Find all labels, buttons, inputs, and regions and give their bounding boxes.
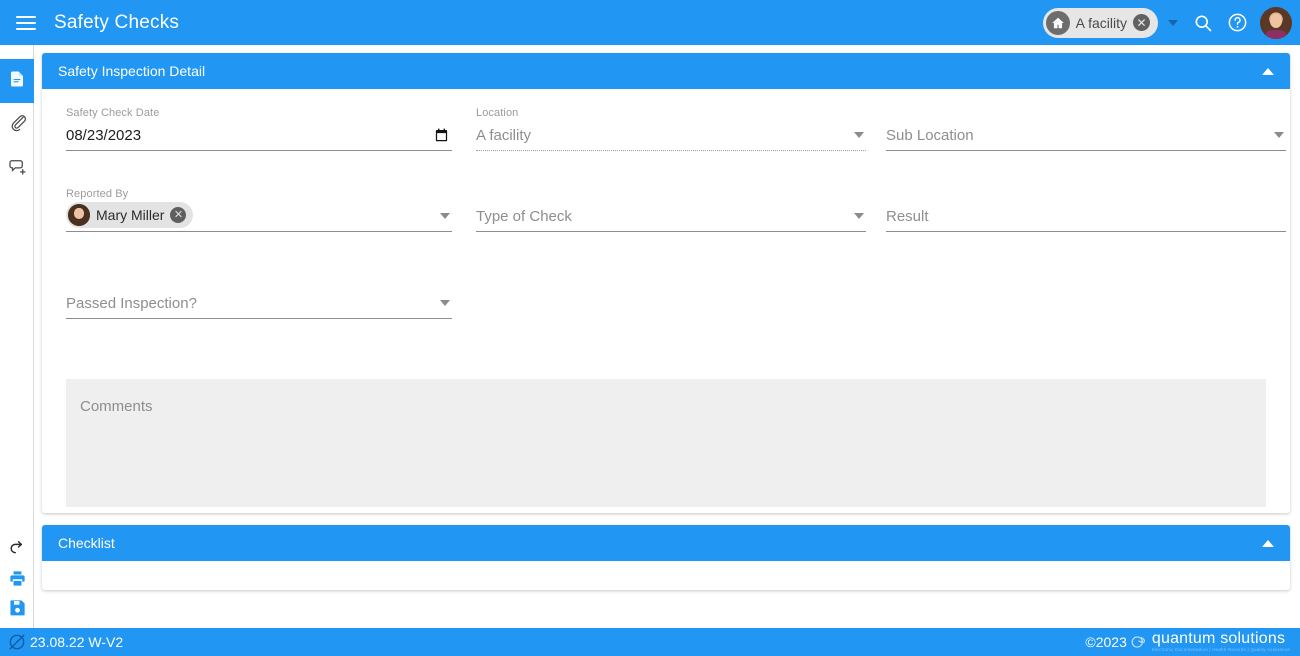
- type-of-check-placeholder: Type of Check: [476, 208, 572, 225]
- caret-down-icon: [854, 132, 864, 138]
- caret-down-icon[interactable]: [854, 213, 864, 219]
- card-header-checklist[interactable]: Checklist: [42, 525, 1290, 561]
- safety-check-date-value: 08/23/2023: [66, 127, 142, 144]
- field-underline: [886, 150, 1286, 151]
- calendar-icon[interactable]: [434, 127, 449, 143]
- rail-item-attachments[interactable]: [0, 103, 34, 147]
- field-label: Reported By: [66, 188, 129, 200]
- page-title: Safety Checks: [54, 11, 180, 33]
- caret-down-icon[interactable]: [440, 213, 450, 219]
- field-reported-by[interactable]: Reported By Mary Miller ✕: [66, 188, 452, 232]
- field-type-of-check[interactable]: Type of Check: [476, 188, 866, 232]
- field-safety-check-date[interactable]: Safety Check Date 08/23/2023: [66, 107, 452, 151]
- brand-name: quantum solutions: [1151, 630, 1286, 648]
- rail-item-document[interactable]: [0, 59, 34, 103]
- rail-bottom-group: [0, 537, 34, 624]
- undo-icon: [8, 540, 27, 564]
- rail-item-print[interactable]: [0, 566, 34, 595]
- card-checklist: Checklist: [42, 525, 1290, 590]
- facility-selector-chip[interactable]: A facility ✕: [1042, 7, 1158, 38]
- field-underline: [886, 231, 1286, 232]
- card-title: Checklist: [58, 535, 115, 551]
- rail-item-add-comment[interactable]: [0, 147, 34, 191]
- field-underline: [476, 231, 866, 232]
- facility-chip-label: A facility: [1075, 14, 1127, 31]
- print-icon: [8, 569, 27, 593]
- help-circle-icon[interactable]: [1222, 8, 1252, 38]
- result-placeholder: Result: [886, 208, 929, 225]
- footer-version-label: 23.08.22 W-V2: [30, 634, 124, 650]
- field-underline: [476, 150, 866, 151]
- rail-item-undo[interactable]: [0, 537, 34, 566]
- field-sub-location[interactable]: Sub Location: [886, 107, 1286, 151]
- left-icon-rail: [0, 45, 34, 628]
- card-safety-inspection-detail: Safety Inspection Detail Safety Check Da…: [42, 53, 1290, 513]
- hamburger-bar: [16, 21, 36, 24]
- comments-placeholder: Comments: [80, 398, 153, 415]
- close-circle-icon[interactable]: ✕: [170, 207, 187, 223]
- search-icon[interactable]: [1188, 8, 1218, 38]
- reported-by-person-chip[interactable]: Mary Miller ✕: [66, 202, 194, 228]
- brand-logo: quantum solutions Electronic Documentati…: [1129, 631, 1290, 653]
- avatar[interactable]: [1260, 6, 1292, 39]
- add-comment-icon: [7, 157, 28, 182]
- card-header-safety-inspection-detail[interactable]: Safety Inspection Detail: [42, 53, 1290, 89]
- location-value: A facility: [476, 127, 532, 144]
- brand-text: quantum solutions Electronic Documentati…: [1152, 631, 1290, 653]
- brand-tagline: Electronic Documentation | Health Record…: [1151, 647, 1290, 653]
- footer-copyright: ©2023: [1085, 634, 1127, 650]
- field-result[interactable]: Result: [886, 188, 1286, 232]
- paperclip-icon: [8, 113, 27, 137]
- footer-bar: 23.08.22 W-V2 ©2023 quantum solutions El…: [0, 628, 1300, 656]
- field-underline: [66, 318, 452, 319]
- hamburger-bar: [16, 27, 36, 30]
- quantum-orbit-icon: [1129, 634, 1147, 650]
- chevron-up-icon[interactable]: [1262, 539, 1274, 547]
- caret-down-icon[interactable]: [1274, 132, 1284, 138]
- caret-down-icon[interactable]: [1168, 19, 1178, 26]
- field-passed-inspection[interactable]: Passed Inspection?: [66, 275, 452, 319]
- field-label: Safety Check Date: [66, 107, 160, 119]
- person-chip-label: Mary Miller: [96, 207, 165, 223]
- person-avatar-face: [74, 208, 84, 219]
- field-location: Location A facility: [476, 107, 866, 151]
- caret-down-icon[interactable]: [440, 300, 450, 306]
- hamburger-bar: [16, 15, 36, 18]
- hamburger-menu-icon[interactable]: [8, 0, 44, 45]
- rail-top-group: [0, 59, 34, 191]
- save-icon: [8, 598, 27, 622]
- field-underline: [66, 231, 452, 232]
- home-icon: [1045, 10, 1070, 35]
- card-title: Safety Inspection Detail: [58, 63, 206, 79]
- close-circle-icon[interactable]: ✕: [1133, 14, 1150, 31]
- avatar-body: [1265, 30, 1287, 39]
- main-content: Safety Inspection Detail Safety Check Da…: [34, 45, 1300, 628]
- field-label: Location: [476, 107, 519, 119]
- sub-location-placeholder: Sub Location: [886, 127, 974, 144]
- rail-item-save[interactable]: [0, 595, 34, 624]
- field-underline: [66, 150, 452, 151]
- comments-textarea[interactable]: Comments: [66, 379, 1266, 507]
- passed-inspection-placeholder: Passed Inspection?: [66, 295, 197, 312]
- card-body-checklist: [42, 561, 1290, 590]
- qs-logo-mark: [6, 631, 28, 653]
- document-icon: [8, 69, 26, 94]
- person-avatar-icon: [68, 204, 90, 226]
- chevron-up-icon[interactable]: [1262, 67, 1274, 75]
- app-header-bar: Safety Checks A facility ✕: [0, 0, 1300, 45]
